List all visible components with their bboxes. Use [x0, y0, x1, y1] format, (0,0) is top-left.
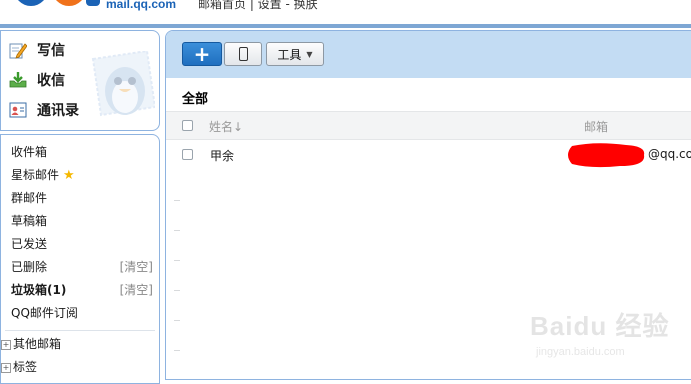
sidebar-quick-actions: 写信 收信 通讯录: [0, 30, 160, 131]
tree-labels[interactable]: + 标签: [1, 358, 37, 376]
folder-qq-subscription[interactable]: QQ邮件订阅: [11, 304, 78, 322]
expand-plus-icon[interactable]: +: [1, 340, 11, 350]
watermark-brand: Baidu 经验: [530, 311, 670, 341]
empty-spam-link[interactable]: [清空]: [120, 281, 153, 299]
baidu-jingyan-watermark: Baidu 经验 jingyan.baidu.com: [530, 296, 690, 366]
empty-row-marker: [174, 200, 180, 201]
column-name-header[interactable]: 姓名↓: [209, 118, 243, 135]
pencil-paper-icon: [9, 43, 27, 59]
page-title: 全部: [182, 92, 209, 107]
inbox-download-icon: [9, 72, 27, 88]
folder-starred-label: 星标邮件: [11, 168, 60, 182]
star-icon: ★: [63, 168, 75, 183]
folder-sent[interactable]: 已发送: [11, 235, 47, 253]
receive-button[interactable]: 收信: [9, 69, 65, 91]
tree-labels-label: 标签: [13, 360, 38, 374]
top-links[interactable]: 邮箱首页 | 设置 - 换肤: [198, 0, 318, 12]
compose-button[interactable]: 写信: [9, 39, 65, 61]
header-divider: [0, 24, 691, 28]
select-all-checkbox[interactable]: [182, 120, 193, 131]
empty-deleted-link[interactable]: [清空]: [120, 258, 153, 276]
folder-drafts[interactable]: 草稿箱: [11, 212, 47, 230]
empty-row-marker: [174, 350, 180, 351]
column-email-header: 邮箱: [584, 120, 609, 134]
empty-row-marker: [174, 230, 180, 231]
plus-icon: +: [193, 41, 211, 66]
mobile-phone-icon: [238, 47, 248, 61]
sidebar-folder-list: 收件箱 星标邮件 ★ 群邮件 草稿箱 已发送 已删除 [清空] 垃圾箱(1) [清…: [0, 134, 160, 384]
contact-name[interactable]: 甲余: [210, 147, 234, 164]
receive-label: 收信: [37, 73, 65, 89]
folder-starred[interactable]: 星标邮件 ★: [11, 166, 75, 184]
folder-group-mail[interactable]: 群邮件: [11, 189, 47, 207]
contacts-button[interactable]: 通讯录: [9, 99, 79, 121]
row-checkbox[interactable]: [182, 149, 193, 160]
watermark-url: jingyan.baidu.com: [536, 346, 625, 358]
compose-label: 写信: [37, 43, 65, 59]
redaction-mark: [568, 143, 645, 168]
table-row[interactable]: 甲余 @qq.co: [166, 140, 691, 168]
contact-email: @qq.co: [648, 147, 691, 161]
tools-label: 工具: [277, 47, 302, 62]
add-contact-button[interactable]: +: [182, 42, 222, 66]
empty-row-marker: [174, 260, 180, 261]
folder-inbox[interactable]: 收件箱: [11, 143, 47, 161]
tools-dropdown[interactable]: 工具 ▼: [266, 42, 324, 66]
contacts-label: 通讯录: [37, 103, 79, 119]
chevron-down-icon: ▼: [306, 49, 313, 59]
mobile-sync-button[interactable]: [224, 42, 262, 66]
folder-spam[interactable]: 垃圾箱(1): [11, 281, 66, 299]
folder-deleted[interactable]: 已删除: [11, 258, 47, 276]
tree-other-mailboxes[interactable]: + 其他邮箱: [1, 335, 61, 353]
top-header: mail.qq.com 邮箱首页 | 设置 - 换肤: [0, 0, 691, 26]
empty-row-marker: [174, 320, 180, 321]
toolbar: + 工具 ▼: [166, 31, 691, 78]
sidebar-divider: [5, 330, 155, 331]
empty-row-marker: [174, 290, 180, 291]
tree-other-mailboxes-label: 其他邮箱: [13, 337, 62, 351]
expand-plus-icon[interactable]: +: [1, 363, 11, 373]
logo-url: mail.qq.com: [106, 0, 177, 11]
address-book-icon: [9, 102, 27, 118]
qq-penguin-stamp-icon: [91, 51, 155, 117]
table-header: 姓名↓ 邮箱: [166, 111, 691, 140]
